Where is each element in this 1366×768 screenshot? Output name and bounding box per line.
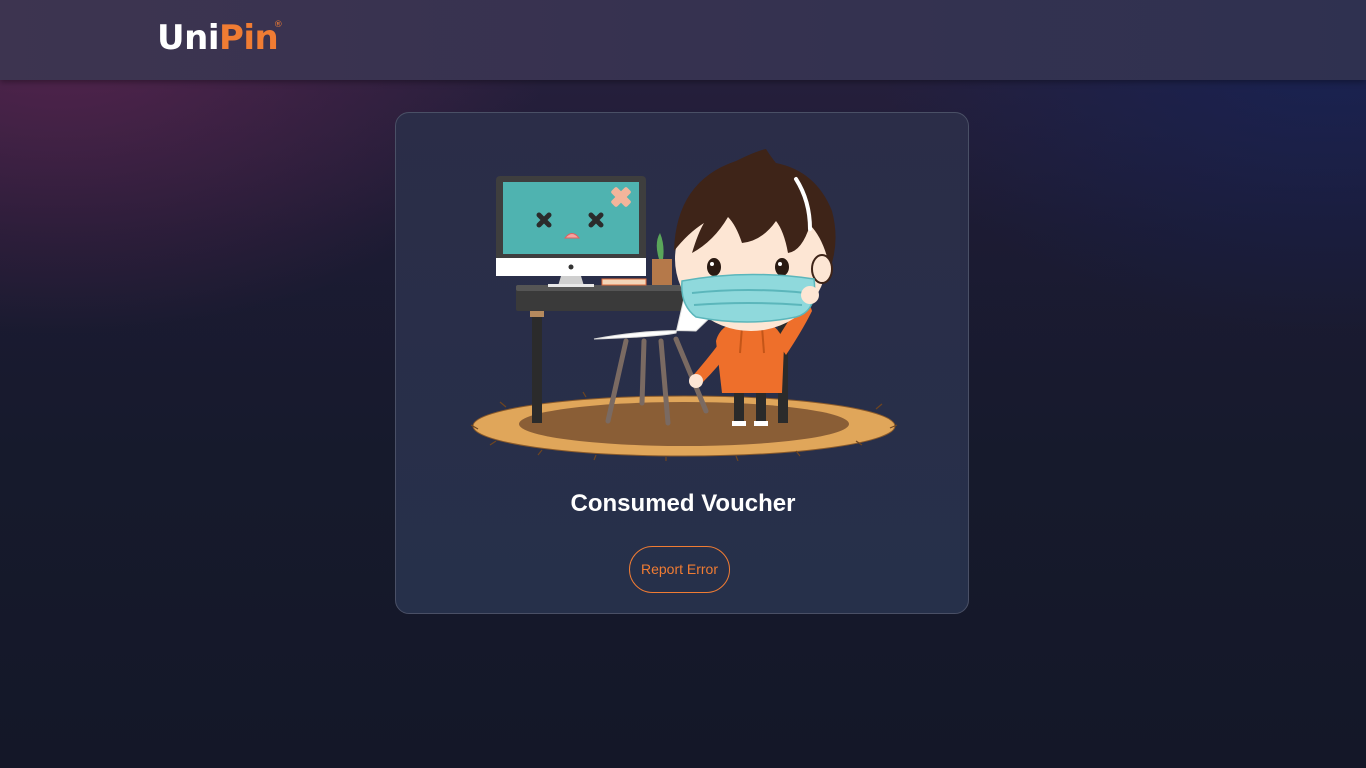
- report-error-button[interactable]: Report Error: [629, 546, 730, 593]
- page-title: Consumed Voucher: [570, 490, 796, 517]
- broken-computer-illustration: [470, 149, 898, 461]
- error-card: Consumed Voucher Report Error: [395, 112, 969, 614]
- unipin-logo[interactable]: UniPin ®: [157, 18, 283, 58]
- logo-uni-text: Uni: [157, 18, 219, 58]
- logo-pin-text: Pin: [218, 18, 279, 58]
- top-navbar: UniPin ®: [0, 0, 1366, 80]
- registered-mark: ®: [273, 20, 283, 30]
